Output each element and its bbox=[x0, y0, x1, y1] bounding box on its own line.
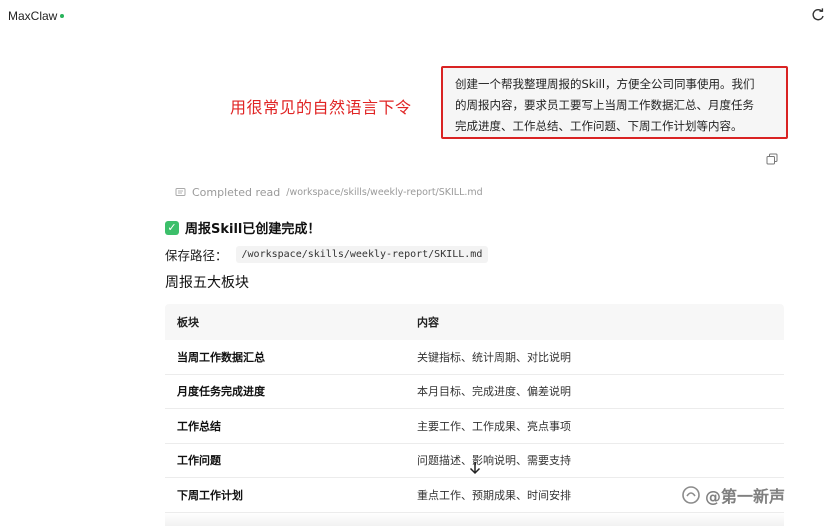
save-path-label: 保存路径： bbox=[165, 248, 228, 263]
table-cell-content: 主要工作、工作成果、亮点事项 bbox=[417, 419, 571, 433]
column-header-content: 内容 bbox=[417, 316, 439, 329]
column-header-section: 板块 bbox=[177, 316, 199, 329]
table-cell-section: 下周工作计划 bbox=[177, 488, 243, 502]
table-cell-section: 当周工作数据汇总 bbox=[177, 350, 265, 364]
watermark: @第一新声 bbox=[681, 483, 785, 507]
table-cell-content: 重点工作、预期成果、时间安排 bbox=[417, 488, 571, 502]
user-message-line: 的周报内容，要求员工要写上当周工作数据汇总、月度任务 bbox=[455, 98, 754, 112]
table-cell-content: 本月目标、完成进度、偏差说明 bbox=[417, 385, 571, 399]
success-text: 周报Skill已创建完成！ bbox=[185, 222, 321, 237]
table-cell-content: 关键指标、统计周期、对比说明 bbox=[417, 350, 571, 364]
document-icon bbox=[175, 187, 186, 198]
user-message-line: 创建一个帮我整理周报的Skill，方便全公司同事使用。我们 bbox=[455, 77, 755, 91]
status-dot bbox=[60, 14, 64, 18]
copy-icon[interactable] bbox=[766, 150, 778, 165]
user-message-line: 完成进度、工作总结、工作问题、下周工作计划等内容。 bbox=[455, 119, 743, 133]
app-window: MaxClaw 用很常见的自然语言下令 创建一个帮我整理周报的Skill，方便全… bbox=[0, 0, 831, 526]
scroll-down-arrow-icon[interactable] bbox=[468, 460, 482, 476]
table-cell-content: 问题描述、影响说明、需要支持 bbox=[417, 454, 571, 468]
success-line: ✓ 周报Skill已创建完成！ bbox=[165, 218, 320, 237]
refresh-icon[interactable] bbox=[811, 8, 825, 22]
completed-read[interactable]: Completed read /workspace/skills/weekly-… bbox=[175, 184, 483, 200]
completed-read-label: Completed read bbox=[192, 185, 281, 199]
save-path-code: /workspace/skills/weekly-report/SKILL.md bbox=[235, 246, 489, 263]
sections-table: 板块 内容 当周工作数据汇总 关键指标、统计周期、对比说明 月度任务完成进度 本… bbox=[165, 304, 784, 513]
save-path-row: 保存路径： /workspace/skills/weekly-report/SK… bbox=[165, 245, 489, 264]
table-cell-section: 工作总结 bbox=[177, 419, 221, 433]
checkmark-icon: ✓ bbox=[165, 220, 179, 235]
next-message-edge bbox=[165, 512, 784, 526]
table-cell-section: 月度任务完成进度 bbox=[177, 385, 265, 399]
user-message: 创建一个帮我整理周报的Skill，方便全公司同事使用。我们 的周报内容，要求员工… bbox=[441, 66, 788, 139]
completed-read-path: /workspace/skills/weekly-report/SKILL.md bbox=[286, 186, 483, 198]
table-cell-section: 工作问题 bbox=[177, 454, 221, 468]
table-row: 当周工作数据汇总 关键指标、统计周期、对比说明 bbox=[165, 340, 784, 375]
header: MaxClaw bbox=[0, 0, 831, 32]
table-row: 月度任务完成进度 本月目标、完成进度、偏差说明 bbox=[165, 375, 784, 409]
app-name: MaxClaw bbox=[8, 9, 58, 23]
table-row: 工作总结 主要工作、工作成果、亮点事项 bbox=[165, 409, 784, 444]
watermark-text: @第一新声 bbox=[705, 487, 786, 506]
watermark-logo-icon bbox=[681, 485, 701, 505]
annotation-text: 用很常见的自然语言下令 bbox=[230, 98, 412, 117]
section-title: 周报五大板块 bbox=[165, 275, 249, 291]
table-header: 板块 内容 bbox=[165, 304, 784, 340]
